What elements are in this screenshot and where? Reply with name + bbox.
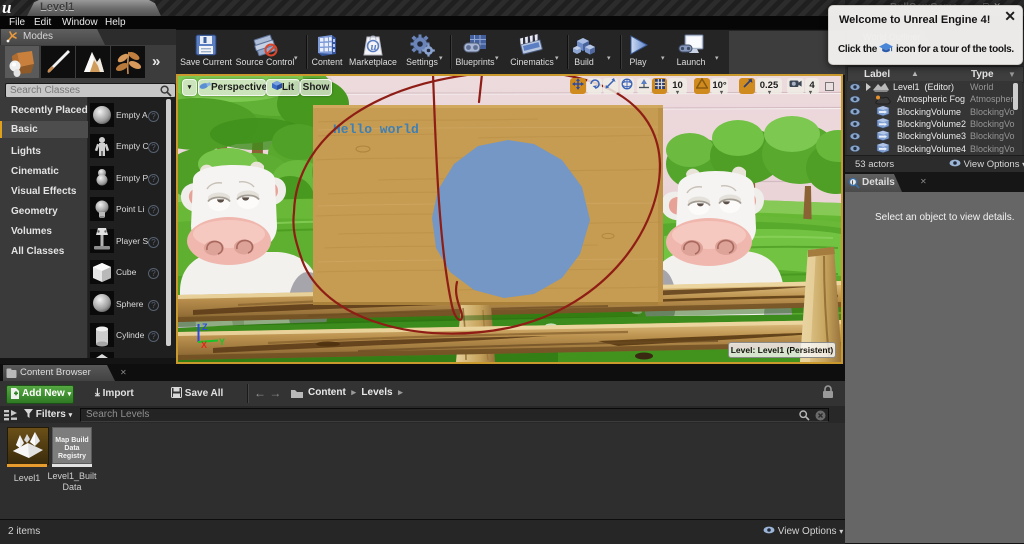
svg-text:Hello world: Hello world <box>333 122 419 137</box>
svg-text:Z: Z <box>202 322 208 332</box>
svg-text:Y: Y <box>219 337 225 347</box>
svg-text:u: u <box>371 41 377 53</box>
svg-text:X: X <box>201 340 207 350</box>
